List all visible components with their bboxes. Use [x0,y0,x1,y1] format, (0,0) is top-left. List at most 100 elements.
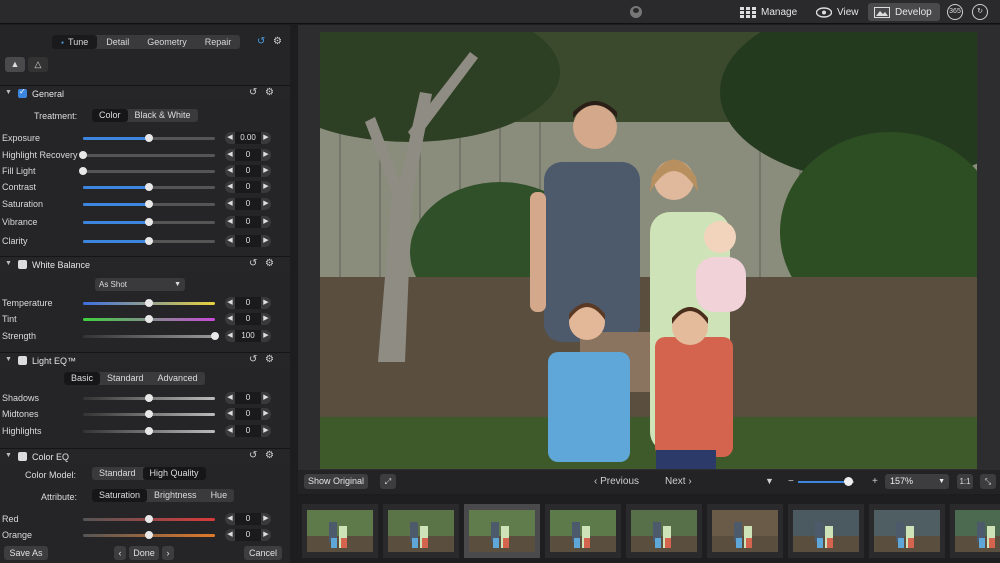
show-original-button[interactable]: Show Original [304,474,369,489]
increment-icon[interactable]: ▶ [261,513,271,525]
filmstrip-thumbnail[interactable] [545,504,621,558]
decrement-icon[interactable]: ◀ [225,313,235,325]
increment-icon[interactable]: ▶ [261,408,271,420]
histogram-icon[interactable]: △ [28,57,48,72]
red-stepper[interactable]: ◀ 0 ▶ [225,513,271,525]
contrast-stepper[interactable]: ◀ 0 ▶ [225,181,271,193]
midtones-slider-knob[interactable] [145,410,153,418]
gear-icon[interactable]: ⚙ [265,88,275,98]
exposure-value[interactable]: 0.00 [235,132,261,144]
reset-icon[interactable]: ↺ [257,37,267,47]
contrast-slider-knob[interactable] [145,183,153,191]
highlight-recovery-value[interactable]: 0 [235,149,261,161]
user-account-icon[interactable] [630,6,642,18]
fill-light-slider[interactable] [79,167,215,175]
temperature-slider-knob[interactable] [145,299,153,307]
increment-icon[interactable]: ▶ [261,149,271,161]
exposure-stepper[interactable]: ◀ 0.00 ▶ [225,132,271,144]
decrement-icon[interactable]: ◀ [225,216,235,228]
filmstrip-thumbnail[interactable] [950,504,1000,558]
fill-light-slider-knob[interactable] [79,167,87,175]
saturation-slider[interactable] [83,200,215,208]
red-slider[interactable] [83,515,215,523]
filmstrip-thumbnail[interactable] [869,504,945,558]
shadows-value[interactable]: 0 [235,392,261,404]
decrement-icon[interactable]: ◀ [225,181,235,193]
light-eq-advanced-option[interactable]: Advanced [151,372,205,385]
orange-slider-knob[interactable] [145,531,153,539]
strength-slider-knob[interactable] [211,332,219,340]
one-to-one-button[interactable]: 1:1 [957,474,973,489]
highlight-recovery-slider[interactable] [79,151,215,159]
increment-icon[interactable]: ▶ [261,330,271,342]
increment-icon[interactable]: ▶ [261,216,271,228]
increment-icon[interactable]: ▶ [261,165,271,177]
increment-icon[interactable]: ▶ [261,132,271,144]
filmstrip-thumbnail[interactable] [464,504,540,558]
vibrance-slider[interactable] [83,218,215,226]
white-balance-enable-checkbox[interactable] [18,260,27,269]
develop-mode-button[interactable]: Develop [868,3,940,21]
main-photo[interactable] [320,32,977,469]
light-eq-standard-option[interactable]: Standard [100,372,151,385]
tab-tune[interactable]: Tune [52,35,98,49]
highlight-recovery-stepper[interactable]: ◀ 0 ▶ [225,149,271,161]
decrement-icon[interactable]: ◀ [225,408,235,420]
increment-icon[interactable]: ▶ [261,392,271,404]
tint-slider-knob[interactable] [145,315,153,323]
light-eq-basic-option[interactable]: Basic [64,372,101,385]
orange-stepper[interactable]: ◀ 0 ▶ [225,529,271,541]
decrement-icon[interactable]: ◀ [225,198,235,210]
compare-icon[interactable]: ⤢ [380,474,396,489]
vibrance-stepper[interactable]: ◀ 0 ▶ [225,216,271,228]
disclosure-open-icon[interactable]: ▼ [5,356,12,363]
midtones-slider[interactable] [83,410,215,418]
highlights-slider[interactable] [83,427,215,435]
gear-icon[interactable]: ⚙ [265,355,275,365]
increment-icon[interactable]: ▶ [261,425,271,437]
disclosure-open-icon[interactable]: ▼ [5,89,12,96]
reset-icon[interactable]: ↺ [249,355,259,365]
highlights-value[interactable]: 0 [235,425,261,437]
tint-value[interactable]: 0 [235,313,261,325]
365-icon[interactable]: 365 [947,4,963,20]
contrast-slider[interactable] [83,183,215,191]
treatment-bw-option[interactable]: Black & White [128,109,198,122]
previous-arrow-button[interactable]: ‹ [114,546,126,560]
saturation-value[interactable]: 0 [235,198,261,210]
temperature-stepper[interactable]: ◀ 0 ▶ [225,297,271,309]
view-mode-button[interactable]: View [810,3,865,21]
zoom-in-icon[interactable]: + [872,474,878,489]
increment-icon[interactable]: ▶ [261,313,271,325]
attribute-saturation-option[interactable]: Saturation [92,489,148,502]
tab-detail[interactable]: Detail [97,35,138,49]
decrement-icon[interactable]: ◀ [225,235,235,247]
disclosure-open-icon[interactable]: ▼ [5,452,12,459]
zoom-out-icon[interactable]: − [788,474,794,489]
light-eq-enable-checkbox[interactable] [18,356,27,365]
next-button[interactable]: Next › [665,474,692,489]
tab-repair[interactable]: Repair [196,35,241,49]
clarity-value[interactable]: 0 [235,235,261,247]
treatment-color-option[interactable]: Color [92,109,128,122]
clarity-stepper[interactable]: ◀ 0 ▶ [225,235,271,247]
decrement-icon[interactable]: ◀ [225,425,235,437]
fill-light-value[interactable]: 0 [235,165,261,177]
decrement-icon[interactable]: ◀ [225,513,235,525]
saturation-stepper[interactable]: ◀ 0 ▶ [225,198,271,210]
zoom-slider[interactable] [798,477,854,486]
filmstrip-thumbnail[interactable] [707,504,783,558]
orange-slider[interactable] [83,531,215,539]
decrement-icon[interactable]: ◀ [225,529,235,541]
exposure-slider-knob[interactable] [145,134,153,142]
attribute-hue-option[interactable]: Hue [204,489,235,502]
strength-slider[interactable] [83,332,219,340]
decrement-icon[interactable]: ◀ [225,165,235,177]
shadows-stepper[interactable]: ◀ 0 ▶ [225,392,271,404]
red-slider-knob[interactable] [145,515,153,523]
tab-geometry[interactable]: Geometry [138,35,196,49]
clarity-slider[interactable] [83,237,215,245]
tint-slider[interactable] [83,315,215,323]
fit-to-window-icon[interactable]: ⤡ [980,474,996,489]
increment-icon[interactable]: ▶ [261,235,271,247]
